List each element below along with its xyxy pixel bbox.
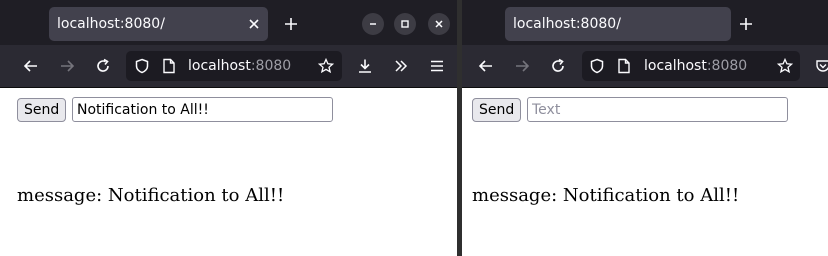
back-icon[interactable] [472,52,500,80]
browser-window-left: localhost:8080/ localhost:8080 Send Noti… [0,0,457,256]
page-info-icon[interactable] [610,52,638,80]
message-text: message: Notification to All!! [472,185,740,206]
new-tab-icon[interactable] [732,7,760,41]
url-bar[interactable]: localhost:8080 [126,51,342,81]
download-icon[interactable] [351,52,379,80]
tab-title: localhost:8080/ [513,16,621,32]
tab-title: localhost:8080/ [57,16,165,32]
message-input[interactable] [72,97,333,122]
url-host: localhost [644,58,707,74]
pocket-icon[interactable] [809,52,828,80]
url-bar[interactable]: localhost:8080 [582,51,800,81]
tab-bar: localhost:8080/ [0,0,457,45]
window-close-icon[interactable] [428,13,450,35]
overflow-chevron-icon[interactable] [387,52,415,80]
message-input[interactable] [527,97,788,122]
shield-icon[interactable] [583,52,611,80]
tab-localhost[interactable]: localhost:8080/ [49,7,268,41]
new-tab-icon[interactable] [277,7,305,41]
minimize-icon[interactable] [362,13,384,35]
bookmark-star-icon[interactable] [771,52,799,80]
maximize-icon[interactable] [394,13,416,35]
bookmark-star-icon[interactable] [312,52,340,80]
url-text: localhost:8080 [644,51,747,81]
nav-bar: localhost:8080 [462,45,828,88]
reload-icon[interactable] [544,52,572,80]
url-host: localhost [188,58,251,74]
url-port: :8080 [706,58,748,74]
reload-icon[interactable] [89,52,117,80]
nav-bar: localhost:8080 [0,45,457,88]
url-text: localhost:8080 [188,51,291,81]
forward-icon[interactable] [508,52,536,80]
page-info-icon[interactable] [155,52,183,80]
hamburger-menu-icon[interactable] [423,52,451,80]
back-icon[interactable] [17,52,45,80]
shield-icon[interactable] [128,52,156,80]
close-tab-icon[interactable] [243,7,265,41]
message-text: message: Notification to All!! [17,185,285,206]
page-content: Send message: Notification to All!! [0,88,457,256]
page-content: Send message: Notification to All!! [462,88,828,256]
browser-window-right: localhost:8080/ localhost:8080 Send Text… [462,0,828,256]
url-port: :8080 [250,58,292,74]
send-button[interactable]: Send [472,98,522,122]
forward-icon[interactable] [53,52,81,80]
send-button[interactable]: Send [17,98,67,122]
tab-bar: localhost:8080/ [462,0,828,45]
tab-localhost[interactable]: localhost:8080/ [505,7,731,41]
